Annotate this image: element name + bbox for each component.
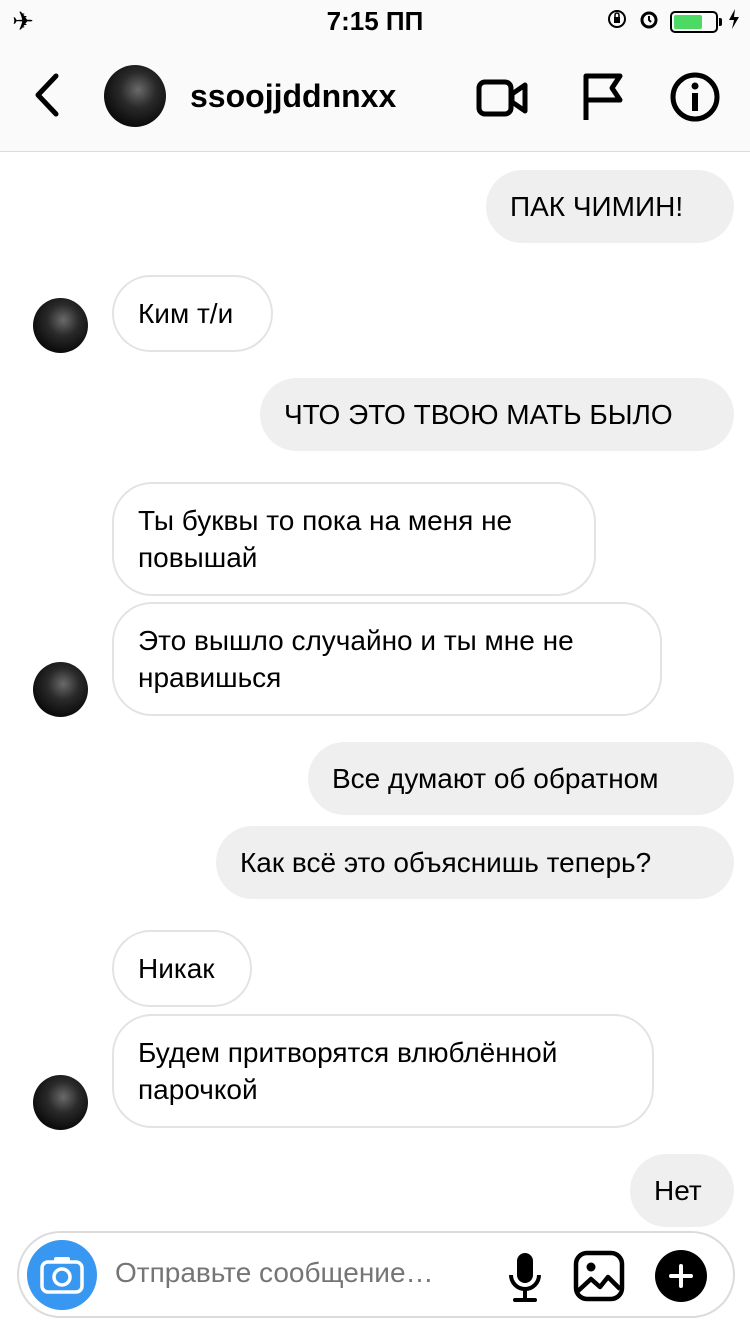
plus-icon [669,1264,693,1288]
message-bubble-incoming[interactable]: Ты буквы то пока на меня не повышай [112,482,596,596]
microphone-icon [509,1253,541,1302]
message-bubble-outgoing[interactable]: Все думают об обратном [308,742,734,815]
video-call-button[interactable] [476,70,530,124]
message-bubble-outgoing[interactable]: ЧТО ЭТО ТВОЮ МАТЬ БЫЛО [260,378,734,451]
info-button[interactable] [668,70,722,124]
alarm-icon [638,8,660,35]
sender-avatar[interactable] [33,662,88,717]
message-bubble-outgoing[interactable]: Нет [630,1154,734,1227]
back-icon [35,73,59,117]
contact-avatar[interactable] [104,65,166,127]
message-composer [17,1231,735,1318]
info-icon [670,72,720,122]
message-bubble-incoming[interactable]: Это вышло случайно и ты мне не нравишься [112,602,662,716]
message-bubble-incoming[interactable]: Будем притворятся влюблённой парочкой [112,1014,654,1128]
sender-avatar[interactable] [33,298,88,353]
message-thread: ПАК ЧИМИН! Ким т/и ЧТО ЭТО ТВОЮ МАТЬ БЫЛ… [0,152,750,1227]
more-options-button[interactable] [655,1250,707,1302]
message-bubble-outgoing[interactable]: ПАК ЧИМИН! [486,170,734,243]
microphone-button[interactable] [503,1249,547,1305]
back-button[interactable] [28,70,68,120]
sender-avatar[interactable] [33,1075,88,1130]
contact-username[interactable]: ssoojjddnnxx [190,78,396,115]
chat-header: ssoojjddnnxx [0,40,750,152]
report-button[interactable] [578,70,632,124]
camera-button[interactable] [27,1240,97,1310]
message-bubble-outgoing[interactable]: Как всё это объяснишь теперь? [216,826,734,899]
gallery-icon [573,1250,625,1302]
video-call-icon [476,79,528,117]
orientation-lock-icon [606,8,628,35]
status-icons [606,8,740,35]
message-bubble-incoming[interactable]: Ким т/и [112,275,273,352]
flag-icon [583,73,623,120]
charging-icon [728,8,740,35]
message-bubble-incoming[interactable]: Никак [112,930,252,1007]
message-input[interactable] [115,1257,485,1289]
status-bar: ✈ 7:15 ПП [0,0,750,40]
battery-icon [670,10,722,33]
gallery-button[interactable] [572,1249,626,1303]
camera-icon [40,1257,84,1294]
